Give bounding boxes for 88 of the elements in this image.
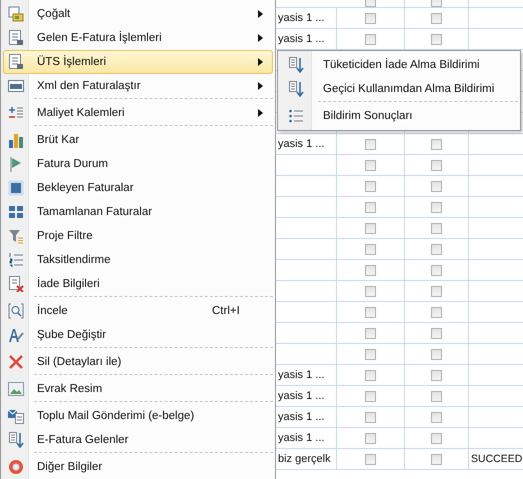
checkbox[interactable] bbox=[431, 34, 442, 44]
menu-item[interactable]: Brüt Kar bbox=[3, 128, 273, 152]
checkbox[interactable] bbox=[365, 202, 376, 212]
checkbox[interactable] bbox=[431, 454, 442, 464]
table-cell: yasis 1 ... bbox=[278, 411, 324, 423]
checkbox[interactable] bbox=[365, 306, 376, 318]
menu-item[interactable]: Çoğalt bbox=[3, 2, 273, 26]
list-arrow-icon bbox=[8, 432, 24, 448]
checkbox[interactable] bbox=[365, 34, 376, 44]
menu-item[interactable]: Bildirim Sonuçları bbox=[280, 104, 518, 128]
bar-chart-icon bbox=[8, 132, 24, 148]
menu-item[interactable]: Tamamlanan Faturalar bbox=[3, 200, 273, 224]
checkbox[interactable] bbox=[431, 160, 442, 170]
checkbox[interactable] bbox=[431, 370, 442, 380]
checkbox[interactable] bbox=[431, 328, 442, 338]
checkbox[interactable] bbox=[431, 306, 442, 318]
checkbox[interactable] bbox=[365, 432, 376, 444]
menu-item[interactable]: Tüketiciden İade Alma Bildirimi bbox=[280, 53, 518, 77]
filter-icon bbox=[8, 228, 24, 244]
menu-item[interactable]: Proje Filtre bbox=[3, 224, 273, 248]
checkbox[interactable] bbox=[431, 412, 442, 422]
checkbox[interactable] bbox=[431, 390, 442, 402]
disc-icon bbox=[8, 459, 24, 475]
table-cell: yasis 1 ... bbox=[278, 369, 324, 381]
checkbox[interactable] bbox=[431, 222, 442, 234]
menu-item[interactable]: İncele Ctrl+I bbox=[3, 299, 273, 323]
grid-icon bbox=[8, 204, 24, 220]
plus-minus-list-icon bbox=[8, 105, 24, 121]
table-cell: yasis 1 ... bbox=[278, 138, 324, 150]
magnifier-icon bbox=[8, 303, 24, 319]
menu-item[interactable]: Diğer Bilgiler bbox=[3, 455, 273, 479]
checkbox[interactable] bbox=[431, 264, 442, 276]
menu-item[interactable]: Geçici Kullanımdan Alma Bildirimi bbox=[280, 77, 518, 101]
table-cell: SUCCEED bbox=[471, 453, 522, 465]
checkbox[interactable] bbox=[365, 180, 376, 192]
table-cell: yasis 1 ... bbox=[278, 390, 324, 402]
checkbox[interactable] bbox=[365, 328, 376, 338]
checkbox[interactable] bbox=[365, 138, 376, 150]
menu-item[interactable]: Sil (Detayları ile) bbox=[3, 350, 273, 374]
menu-item[interactable]: Evrak Resim bbox=[3, 377, 273, 401]
pen-letter-icon bbox=[8, 327, 24, 343]
xml-file-icon bbox=[8, 78, 24, 94]
checkbox[interactable] bbox=[365, 412, 376, 422]
checkbox[interactable] bbox=[431, 244, 442, 254]
checkbox[interactable] bbox=[431, 180, 442, 192]
checkbox[interactable] bbox=[365, 160, 376, 170]
checkbox[interactable] bbox=[365, 348, 376, 360]
menu-item[interactable]: E-Fatura Gelenler bbox=[3, 428, 273, 452]
table-cell: yasis 1 ... bbox=[278, 432, 324, 444]
checkbox[interactable] bbox=[365, 286, 376, 296]
checkbox[interactable] bbox=[431, 348, 442, 360]
menu-item[interactable]: Fatura Durum bbox=[3, 152, 273, 176]
checkbox[interactable] bbox=[365, 264, 376, 276]
menu-item[interactable]: Taksitlendirme bbox=[3, 248, 273, 272]
checkbox[interactable] bbox=[431, 12, 442, 24]
checkbox[interactable] bbox=[365, 12, 376, 24]
list-arrow-icon bbox=[288, 81, 304, 97]
checkbox[interactable] bbox=[431, 138, 442, 150]
checkbox[interactable] bbox=[431, 432, 442, 444]
table-cell: yasis 1 ... bbox=[278, 33, 324, 45]
square-icon bbox=[8, 180, 24, 196]
checkbox[interactable] bbox=[365, 244, 376, 254]
copy-icon bbox=[8, 6, 24, 22]
menu-item[interactable]: Şube Değiştir bbox=[3, 323, 273, 347]
checkbox[interactable] bbox=[365, 222, 376, 234]
document-x-icon bbox=[8, 276, 24, 292]
form-icon bbox=[8, 30, 24, 46]
menu-item[interactable]: İade Bilgileri bbox=[3, 272, 273, 296]
menu-item[interactable]: Gelen E-Fatura İşlemleri bbox=[3, 26, 273, 50]
menu-item[interactable]: Maliyet Kalemleri bbox=[3, 101, 273, 125]
checkbox[interactable] bbox=[365, 370, 376, 380]
table-cell: yasis 1 ... bbox=[278, 12, 324, 24]
menu-item[interactable]: Bekleyen Faturalar bbox=[3, 176, 273, 200]
list-arrow-icon bbox=[288, 57, 304, 73]
form-icon bbox=[8, 54, 24, 70]
menu-item[interactable]: Xml den Faturalaştır bbox=[3, 74, 273, 98]
numbered-list-icon bbox=[8, 252, 24, 268]
image-icon bbox=[8, 381, 24, 397]
checkbox[interactable] bbox=[431, 286, 442, 296]
close-icon bbox=[8, 354, 24, 370]
bullet-list-icon bbox=[288, 108, 304, 124]
checkbox[interactable] bbox=[365, 390, 376, 402]
checkbox[interactable] bbox=[365, 454, 376, 464]
mail-grid-icon bbox=[8, 408, 24, 424]
checkbox[interactable] bbox=[431, 202, 442, 212]
table-cell: biz gerçelk bbox=[278, 453, 331, 465]
menu-item[interactable]: ÜTS İşlemleri bbox=[3, 50, 273, 74]
menu-item[interactable]: Toplu Mail Gönderimi (e-belge) bbox=[3, 404, 273, 428]
